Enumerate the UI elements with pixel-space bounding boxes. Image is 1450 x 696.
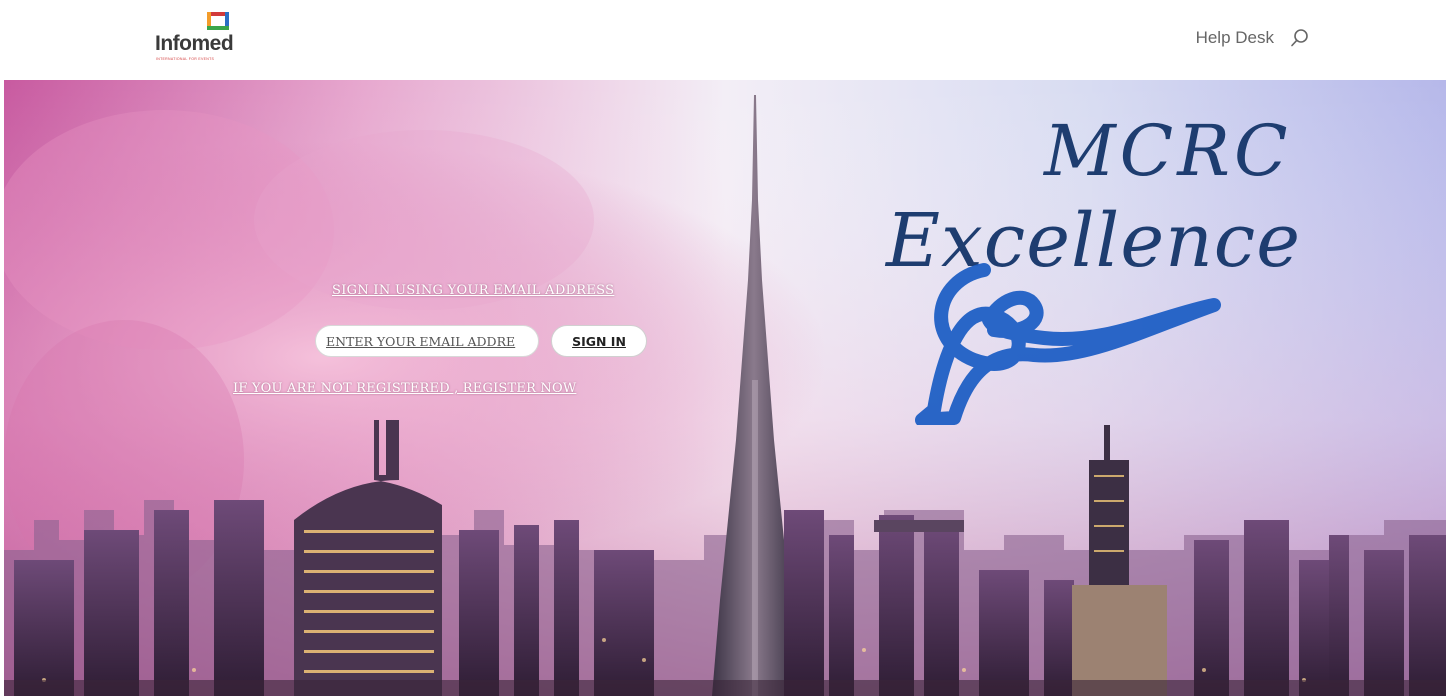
site-header: Infomed INTERNATIONAL FOR EVENTS Help De…: [0, 0, 1450, 80]
search-icon[interactable]: [1290, 28, 1310, 48]
brand-title-mcrc: MCRC: [1044, 110, 1292, 192]
page: Infomed INTERNATIONAL FOR EVENTS Help De…: [0, 0, 1450, 696]
signin-button[interactable]: SIGN IN: [551, 325, 647, 357]
signin-form: SIGN IN USING YOUR EMAIL ADDRESS SIGN IN…: [4, 80, 904, 696]
email-input[interactable]: [315, 325, 539, 357]
hero-banner: SIGN IN USING YOUR EMAIL ADDRESS SIGN IN…: [4, 80, 1446, 696]
signin-heading: SIGN IN USING YOUR EMAIL ADDRESS: [332, 283, 615, 298]
logo-tagline: INTERNATIONAL FOR EVENTS: [156, 57, 215, 61]
nav-help-desk[interactable]: Help Desk: [1196, 28, 1274, 48]
logo-mark-icon: [207, 12, 229, 30]
register-now-link[interactable]: IF YOU ARE NOT REGISTERED , REGISTER NOW: [233, 381, 576, 396]
awareness-ribbon-icon: [915, 263, 1221, 425]
logo-text: Infomed: [155, 32, 234, 55]
infomed-logo[interactable]: Infomed INTERNATIONAL FOR EVENTS: [155, 10, 245, 64]
main-nav: Help Desk: [1196, 24, 1310, 52]
